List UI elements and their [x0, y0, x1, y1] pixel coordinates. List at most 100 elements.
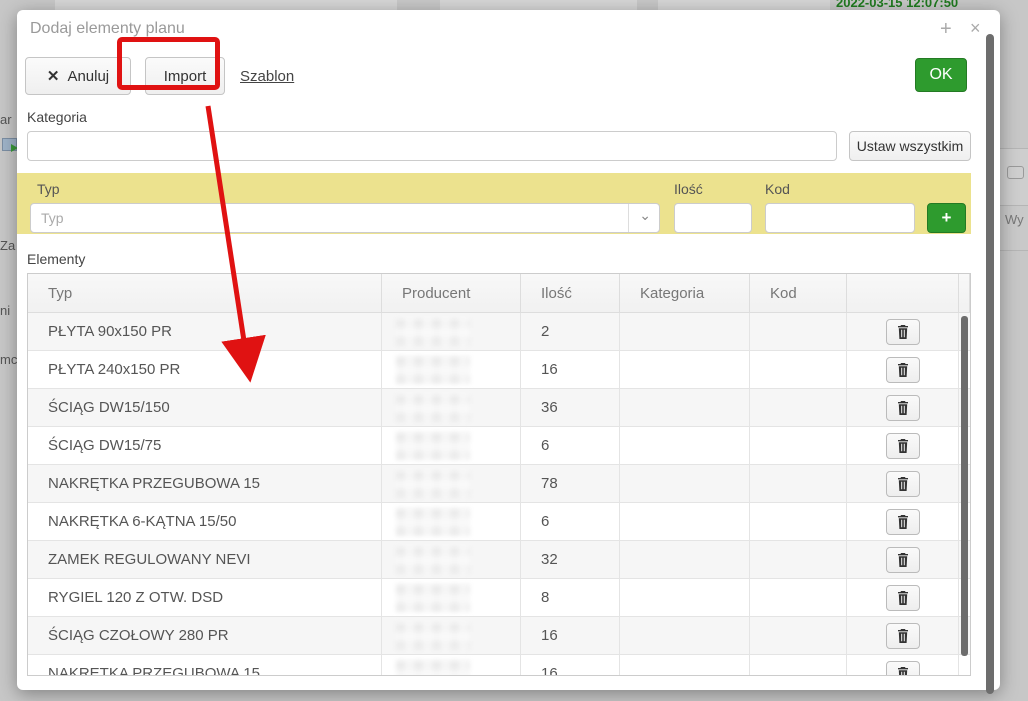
cell-ilosc: 16 [521, 351, 620, 388]
trash-icon [897, 477, 909, 491]
cell-producent [382, 617, 521, 654]
cell-actions [847, 313, 959, 350]
cancel-button[interactable]: ✕ Anuluj [25, 57, 131, 95]
kod-input[interactable] [765, 203, 915, 233]
add-element-button[interactable]: + [927, 203, 966, 233]
cell-kategoria [620, 351, 750, 388]
column-header-actions [847, 274, 959, 312]
cell-kod [750, 579, 847, 616]
trash-icon [897, 439, 909, 453]
bg-timestamp: 2022-03-15 12:07:50 [836, 0, 996, 10]
delete-row-button[interactable] [886, 547, 920, 573]
import-button[interactable]: Import [145, 57, 225, 95]
table-scrollbar[interactable] [961, 316, 968, 656]
ok-button-label: OK [929, 66, 952, 84]
elementy-label: Elementy [27, 251, 85, 267]
cell-typ: ŚCIĄG CZOŁOWY 280 PR [28, 617, 382, 654]
template-link[interactable]: Szablon [240, 68, 294, 85]
redacted-producent [396, 545, 470, 574]
typ-combobox[interactable]: Typ ⌄ [30, 203, 660, 233]
bg-text-fragment: ar [0, 112, 17, 127]
delete-row-button[interactable] [886, 585, 920, 611]
cell-kategoria [620, 617, 750, 654]
ok-button[interactable]: OK [915, 58, 967, 92]
window-close-icon[interactable]: × [970, 18, 981, 39]
cell-kod [750, 655, 847, 676]
kategoria-label: Kategoria [27, 109, 87, 125]
delete-row-button[interactable] [886, 661, 920, 677]
trash-icon [897, 401, 909, 415]
bg-text-fragment: Wy [1005, 212, 1024, 227]
bg-text-fragment: Za [0, 238, 17, 253]
cell-producent [382, 579, 521, 616]
cell-actions [847, 465, 959, 502]
dialog-title: Dodaj elementy planu [30, 20, 185, 38]
kod-label: Kod [765, 181, 790, 197]
cell-ilosc: 6 [521, 427, 620, 464]
bg-column-block [55, 0, 397, 10]
bg-checkbox[interactable] [1007, 166, 1024, 179]
column-header-ilosc: Ilość [521, 274, 620, 312]
delete-row-button[interactable] [886, 319, 920, 345]
table-row: NAKRĘTKA PRZEGUBOWA 15 16 [28, 655, 970, 676]
trash-icon [897, 629, 909, 643]
table-row: NAKRĘTKA 6-KĄTNA 15/50 6 [28, 503, 970, 541]
bg-column-block [658, 0, 830, 10]
cell-producent [382, 465, 521, 502]
delete-row-button[interactable] [886, 433, 920, 459]
column-header-typ: Typ [28, 274, 382, 312]
scrollbar-spacer [959, 274, 970, 312]
cell-kategoria [620, 541, 750, 578]
cell-kod [750, 389, 847, 426]
delete-row-button[interactable] [886, 395, 920, 421]
bg-divider [1000, 250, 1028, 251]
cell-ilosc: 6 [521, 503, 620, 540]
window-expand-icon[interactable]: + [940, 18, 952, 41]
cell-actions [847, 427, 959, 464]
cell-typ: ŚCIĄG DW15/75 [28, 427, 382, 464]
trash-icon [897, 363, 909, 377]
ilosc-input[interactable] [674, 203, 752, 233]
cell-producent [382, 389, 521, 426]
cell-actions [847, 351, 959, 388]
delete-row-button[interactable] [886, 623, 920, 649]
dialog-scrollbar[interactable] [986, 34, 994, 694]
column-header-kod: Kod [750, 274, 847, 312]
bg-text-fragment: mc [0, 352, 17, 367]
cell-producent [382, 541, 521, 578]
table-row: RYGIEL 120 Z OTW. DSD 8 [28, 579, 970, 617]
cell-kod [750, 541, 847, 578]
cell-kategoria [620, 503, 750, 540]
cell-kategoria [620, 655, 750, 676]
cell-ilosc: 36 [521, 389, 620, 426]
cell-actions [847, 655, 959, 676]
bg-text-fragment: ni [0, 303, 17, 318]
cell-kod [750, 351, 847, 388]
table-row: PŁYTA 240x150 PR 16 [28, 351, 970, 389]
redacted-producent [396, 393, 470, 422]
redacted-producent [396, 469, 470, 498]
cell-kategoria [620, 313, 750, 350]
typ-label: Typ [37, 181, 60, 197]
column-header-kategoria: Kategoria [620, 274, 750, 312]
table-row: PŁYTA 90x150 PR 2 [28, 313, 970, 351]
cell-typ: ŚCIĄG DW15/150 [28, 389, 382, 426]
trash-icon [897, 553, 909, 567]
cell-ilosc: 78 [521, 465, 620, 502]
delete-row-button[interactable] [886, 357, 920, 383]
add-plan-elements-dialog: Dodaj elementy planu + × ✕ Anuluj Import… [17, 10, 1000, 690]
bg-right-strip: Wy [1000, 0, 1028, 701]
add-element-panel: Typ Ilość Kod Typ ⌄ + [17, 173, 971, 234]
cell-typ: ZAMEK REGULOWANY NEVI [28, 541, 382, 578]
bg-export-icon [2, 138, 17, 151]
redacted-producent [396, 659, 470, 676]
kategoria-input[interactable] [27, 131, 837, 161]
delete-row-button[interactable] [886, 471, 920, 497]
redacted-producent [396, 355, 470, 384]
cell-actions [847, 579, 959, 616]
cell-typ: RYGIEL 120 Z OTW. DSD [28, 579, 382, 616]
chevron-down-icon: ⌄ [639, 207, 651, 224]
set-all-button[interactable]: Ustaw wszystkim [849, 131, 971, 161]
table-body: PŁYTA 90x150 PR 2 PŁYTA 240x150 PR 16 [28, 313, 970, 676]
delete-row-button[interactable] [886, 509, 920, 535]
